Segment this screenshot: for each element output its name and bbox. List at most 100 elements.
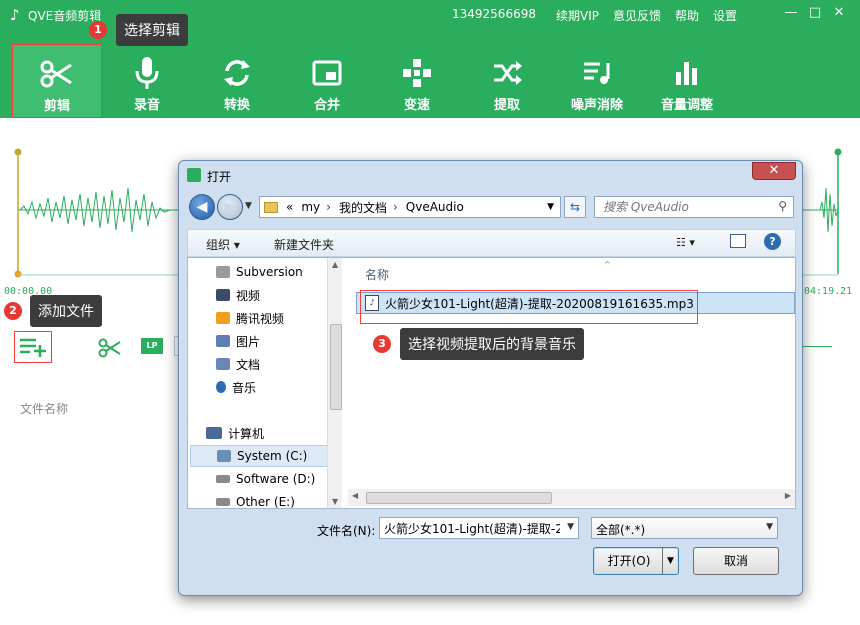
cancel-button[interactable]: 取消 <box>693 547 779 575</box>
nav-item-computer[interactable]: 计算机 <box>206 422 264 444</box>
file-hscrollbar[interactable]: ◀ ▶ <box>348 489 795 506</box>
nav-label: 视频 <box>236 288 261 303</box>
video-library-icon <box>216 289 230 301</box>
tool-volume[interactable]: 音量调整 <box>642 44 732 118</box>
microphone-icon <box>102 56 192 90</box>
file-highlight-box <box>360 290 698 324</box>
address-bar[interactable]: « my › 我的文档 › QveAudio ▼ <box>259 196 561 218</box>
scroll-left-icon[interactable]: ◀ <box>352 491 358 500</box>
computer-icon <box>206 427 222 439</box>
phone-number: 13492566698 <box>452 7 536 21</box>
breadcrumb-documents[interactable]: 我的文档 <box>339 199 387 216</box>
file-name-column-header: 文件名称 <box>20 402 69 416</box>
tencent-video-icon <box>216 312 230 324</box>
top-links: 续期VIP 意见反馈 帮助 设置 <box>556 7 737 24</box>
drive-icon <box>217 450 231 462</box>
nav-item-pictures[interactable]: 图片 <box>216 330 260 352</box>
add-file-button[interactable] <box>14 331 52 363</box>
end-timecode: 04:19.21 <box>804 286 853 297</box>
nav-label: Other (E:) <box>236 495 295 508</box>
nav-item-software-d[interactable]: Software (D:) <box>216 468 315 490</box>
nav-label: 图片 <box>236 334 261 349</box>
address-dropdown-icon[interactable]: ▼ <box>547 202 554 212</box>
view-options-icon[interactable]: ☷ ▾ <box>676 236 695 249</box>
search-input[interactable] <box>595 197 765 217</box>
filename-input[interactable] <box>380 518 560 538</box>
sort-up-icon: ^ <box>604 260 611 269</box>
divider <box>800 346 832 347</box>
callout-tip-add-file: 添加文件 <box>30 295 102 327</box>
search-icon[interactable]: ⚲ <box>778 199 787 213</box>
help-link[interactable]: 帮助 <box>675 7 699 24</box>
new-folder-button[interactable]: 新建文件夹 <box>274 236 334 253</box>
breadcrumb-overflow[interactable]: « <box>286 200 293 214</box>
tool-record[interactable]: 录音 <box>102 44 192 118</box>
open-button[interactable]: 打开(O) ▼ <box>593 547 679 575</box>
tool-label: 音量调整 <box>660 98 713 113</box>
open-options-arrow-icon[interactable]: ▼ <box>662 548 678 574</box>
renew-vip-link[interactable]: 续期VIP <box>556 7 599 24</box>
preview-pane-icon[interactable] <box>730 234 746 248</box>
history-dropdown-icon[interactable]: ▼ <box>245 201 252 211</box>
scrollbar-thumb[interactable] <box>330 324 342 410</box>
cut-scissors-icon[interactable] <box>98 338 122 361</box>
nav-scrollbar[interactable]: ▲ ▼ <box>327 258 342 508</box>
scroll-right-icon[interactable]: ▶ <box>785 491 791 500</box>
nav-item-other-e[interactable]: Other (E:) <box>216 491 295 508</box>
name-column-header[interactable]: 名称 <box>365 266 389 283</box>
tool-noise-removal[interactable]: 噪声消除 <box>552 44 642 118</box>
dialog-title: 打开 <box>207 170 232 184</box>
callout-tip-select-cut: 选择剪辑 <box>116 14 188 46</box>
refresh-button[interactable]: ⇆ <box>564 196 586 218</box>
scissors-icon <box>13 57 101 91</box>
nav-item-documents[interactable]: 文档 <box>216 353 260 375</box>
filename-combobox[interactable]: ▼ <box>379 517 579 539</box>
nav-item-subversion[interactable]: Subversion <box>216 261 303 283</box>
music-icon <box>216 381 226 393</box>
breadcrumb-qveaudio[interactable]: QveAudio <box>406 200 464 214</box>
organize-button[interactable]: 组织 ▾ <box>206 236 240 253</box>
breadcrumb-my[interactable]: my <box>301 200 320 214</box>
tool-merge[interactable]: 合并 <box>282 44 372 118</box>
tool-label: 合并 <box>313 98 340 113</box>
nav-label: 音乐 <box>232 380 257 395</box>
refresh-icon: ⇆ <box>569 200 581 214</box>
open-button-label: 打开(O) <box>607 554 651 568</box>
search-box[interactable]: ⚲ <box>594 196 794 218</box>
scrollbar-thumb[interactable] <box>366 492 552 504</box>
settings-link[interactable]: 设置 <box>713 7 737 24</box>
dropdown-arrow-icon: ▼ <box>766 522 773 532</box>
tool-speed[interactable]: 变速 <box>372 44 462 118</box>
tool-extract[interactable]: 提取 <box>462 44 552 118</box>
minimize-button[interactable]: — <box>782 4 800 22</box>
folder-icon <box>216 266 230 278</box>
tool-label: 转换 <box>223 98 250 113</box>
nav-item-system-c[interactable]: System (C:) <box>190 445 328 467</box>
filetype-select[interactable]: 全部(*.*) ▼ <box>591 517 778 539</box>
dropdown-arrow-icon[interactable]: ▼ <box>567 522 574 532</box>
forward-button[interactable]: ▶ <box>217 194 243 220</box>
back-arrow-icon: ◀ <box>196 199 208 215</box>
nav-item-music[interactable]: 音乐 <box>216 376 256 398</box>
main-toolbar: 剪辑 录音 转换 合并 变速 提取 噪声消除 音量调整 <box>12 44 732 118</box>
nav-item-videos[interactable]: 视频 <box>216 284 260 306</box>
maximize-button[interactable]: □ <box>806 4 824 22</box>
music-note-icon: ♪ <box>10 6 20 24</box>
scroll-down-icon[interactable]: ▼ <box>332 497 338 506</box>
feedback-link[interactable]: 意见反馈 <box>613 7 661 24</box>
tool-label: 提取 <box>493 98 520 113</box>
lp-button[interactable]: LP <box>141 338 163 354</box>
tool-cut[interactable]: 剪辑 <box>12 44 102 118</box>
tool-convert[interactable]: 转换 <box>192 44 282 118</box>
back-button[interactable]: ◀ <box>189 194 215 220</box>
help-icon[interactable]: ? <box>764 233 781 250</box>
filename-label: 文件名(N): <box>317 524 376 538</box>
nav-label: 腾讯视频 <box>236 311 285 326</box>
nav-item-tencent-video[interactable]: 腾讯视频 <box>216 307 284 329</box>
folder-icon <box>264 201 278 213</box>
dialog-close-button[interactable]: ✕ <box>752 162 796 180</box>
close-button[interactable]: ✕ <box>830 4 848 22</box>
scroll-up-icon[interactable]: ▲ <box>332 260 338 269</box>
filetype-value: 全部(*.*) <box>596 523 646 537</box>
extract-icon <box>462 56 552 90</box>
